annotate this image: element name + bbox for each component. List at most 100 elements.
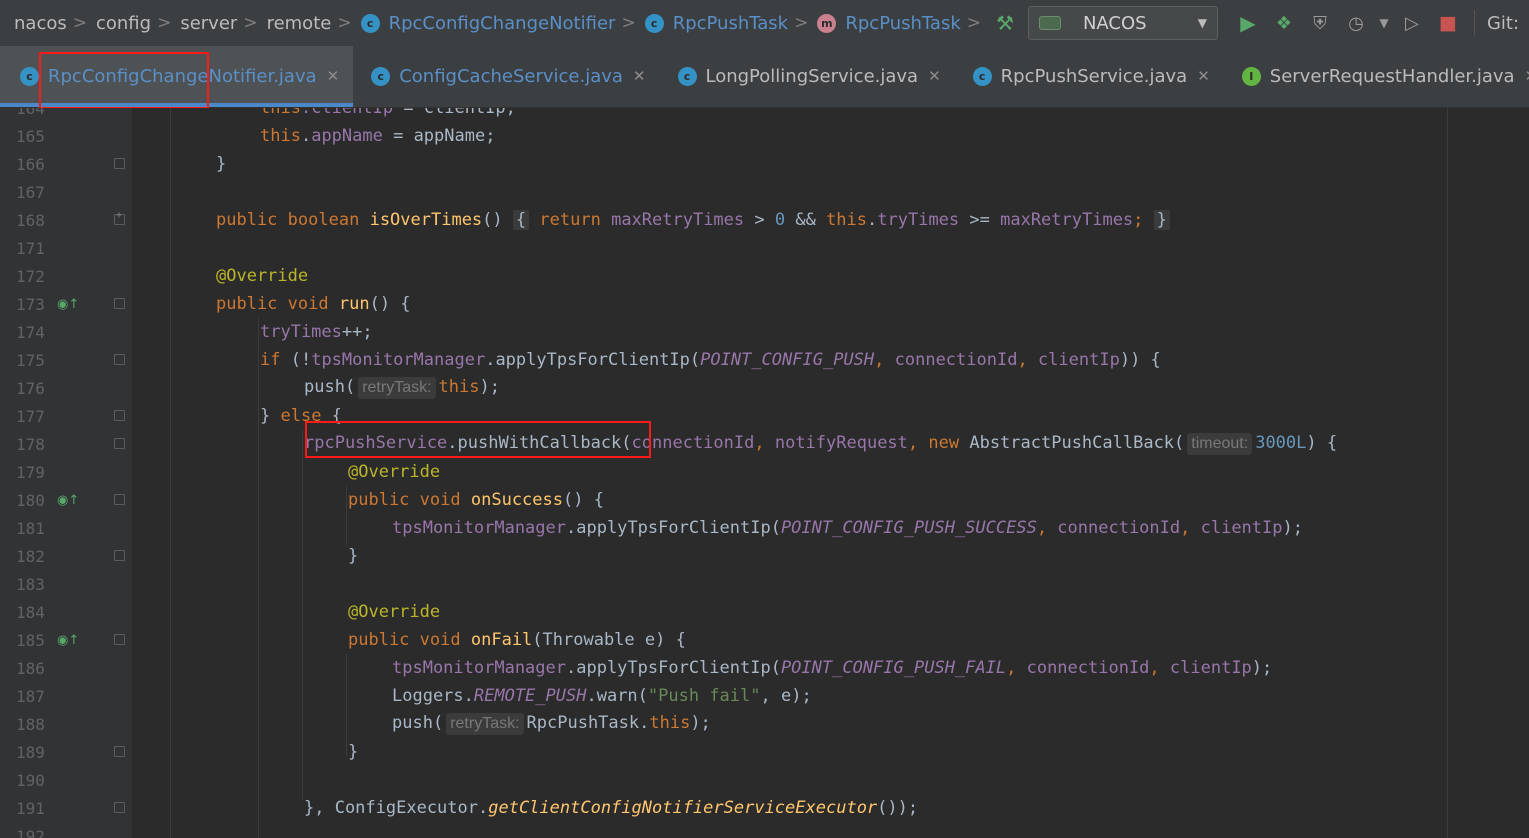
line-number[interactable]: 171 (16, 239, 52, 258)
keyword: return (539, 210, 601, 230)
git-label[interactable]: Git: (1487, 13, 1519, 34)
code-line-177: } else { (0, 402, 1529, 430)
chevron-right-icon: > (794, 13, 809, 33)
run-play-icon: ▶ (1240, 11, 1256, 35)
annotation: @Override (216, 266, 309, 286)
keyword: public (216, 294, 278, 314)
line-number[interactable]: 167 (16, 183, 52, 202)
code-text: .applyTpsForClientIp( (566, 658, 781, 678)
code-text: , (1006, 658, 1027, 678)
line-number[interactable]: 183 (16, 575, 52, 594)
close-icon[interactable]: ✕ (928, 67, 941, 85)
run-button[interactable]: ▶ (1230, 6, 1266, 40)
code-text: } (260, 406, 281, 426)
code-text: >= (959, 210, 1001, 230)
code-line-185: public void onFail(Throwable e) { (0, 626, 1529, 654)
breadcrumb-label: nacos (14, 12, 67, 34)
code-line-187: Loggers.REMOTE_PUSH.warn("Push fail", e)… (0, 682, 1529, 710)
breadcrumb-method-rpcpushtask[interactable]: m RpcPushTask > (817, 0, 990, 46)
keyword: this (438, 377, 480, 397)
keyword: void (287, 294, 329, 314)
code-text: )) { (1119, 350, 1161, 370)
breadcrumb-nacos[interactable]: nacos > (0, 0, 96, 46)
annotation: @Override (348, 602, 441, 622)
breadcrumb-class-rpcconfigchangenotifier[interactable]: c RpcConfigChangeNotifier > (360, 0, 645, 46)
chevron-down-icon: ▼ (1197, 16, 1207, 30)
tab-rpcpushservice[interactable]: c RpcPushService.java ✕ (955, 46, 1224, 107)
tab-label: RpcConfigChangeNotifier.java (48, 65, 317, 87)
code-text: > (744, 210, 775, 230)
code-line-165: this.appName = appName; (260, 126, 496, 146)
code-text: } (216, 154, 227, 174)
breadcrumb-server[interactable]: server > (180, 0, 266, 46)
code-text: , (1017, 350, 1038, 370)
code-line-166: } (0, 150, 1529, 178)
class-icon: c (360, 13, 380, 33)
more-run-options-button[interactable]: ▼ (1374, 6, 1394, 40)
tab-configcacheservice[interactable]: c ConfigCacheService.java ✕ (353, 46, 659, 107)
chevron-right-icon: > (621, 13, 636, 33)
code-line-186: tpsMonitorManager.applyTpsForClientIp(PO… (0, 654, 1529, 682)
field: rpcPushService (304, 433, 448, 453)
code-text: (! (280, 350, 312, 370)
stop-square-icon: ■ (1438, 12, 1457, 34)
folded-brace[interactable]: { (512, 210, 530, 230)
keyword: boolean (287, 210, 360, 230)
keyword: new (928, 433, 960, 453)
breadcrumb-remote[interactable]: remote > (267, 0, 361, 46)
field: tpsMonitorManager (392, 518, 566, 538)
coverage-button[interactable]: ⛨ (1302, 6, 1338, 40)
close-icon[interactable]: ✕ (633, 67, 646, 85)
keyword: else (280, 406, 322, 426)
breadcrumb-config[interactable]: config > (96, 0, 180, 46)
keyword: this (260, 108, 301, 118)
close-icon[interactable]: ✕ (327, 67, 340, 85)
tab-longpollingservice[interactable]: c LongPollingService.java ✕ (660, 46, 955, 107)
field: tpsMonitorManager (311, 350, 486, 370)
tab-serverrequesthandler[interactable]: I ServerRequestHandler.java ✕ (1224, 46, 1529, 107)
breadcrumb-class-rpcpushtask[interactable]: c RpcPushTask > (644, 0, 818, 46)
code-editor[interactable]: 164165166167168171172173◉↑17417517617717… (0, 108, 1529, 838)
keyword: this (649, 713, 691, 733)
code-text: { (321, 406, 342, 426)
debug-button[interactable]: ❖ (1266, 6, 1302, 40)
code-text: push( (304, 377, 356, 397)
editor-tab-bar: c RpcConfigChangeNotifier.java ✕ c Confi… (0, 46, 1529, 108)
field: tryTimes (877, 210, 960, 230)
folded-brace[interactable]: } (1153, 210, 1170, 230)
run-configuration-dropdown[interactable]: NACOS ▼ (1027, 6, 1218, 40)
close-icon[interactable]: ✕ (1525, 67, 1529, 85)
code-text: .applyTpsForClientIp( (566, 518, 781, 538)
parameter-hint: timeout: (1187, 433, 1253, 455)
code-text: = appName; (382, 126, 496, 146)
line-number[interactable]: 190 (16, 771, 52, 790)
chevron-right-icon: > (243, 13, 258, 33)
code-text: = clientIp; (393, 108, 516, 118)
build-hammer-icon[interactable]: ⚒ (996, 11, 1014, 35)
keyword: public (348, 630, 410, 650)
gutter-row: 190 (0, 766, 1529, 794)
attach-button[interactable]: ▷ (1394, 6, 1430, 40)
code-text: , (1036, 518, 1058, 538)
code-line-179: @Override (0, 458, 1529, 486)
code-line-173: public void run() { (0, 290, 1529, 318)
code-line-164: this.clientIp = clientIp; (0, 108, 1529, 122)
close-icon[interactable]: ✕ (1197, 67, 1210, 85)
tab-rpcconfigchangenotifier[interactable]: c RpcConfigChangeNotifier.java ✕ (0, 46, 354, 107)
code-line-191: }, ConfigExecutor.getClientConfigNotifie… (0, 794, 1529, 822)
code-text: ()); (877, 798, 919, 818)
line-number[interactable]: 192 (16, 827, 52, 838)
profile-button[interactable]: ◷ (1338, 6, 1374, 40)
debug-bug-icon: ❖ (1275, 12, 1293, 34)
stop-button[interactable]: ■ (1430, 6, 1466, 40)
code-line-188: push(retryTask: RpcPushTask.this); (0, 710, 1529, 738)
field: clientIp (1200, 518, 1283, 538)
field: connectionId (894, 350, 1018, 370)
string-literal: "Push fail" (647, 686, 761, 706)
code-text: ++; (341, 322, 373, 342)
breadcrumb-label: RpcPushTask (672, 12, 789, 34)
breadcrumb-label: config (95, 12, 152, 34)
breadcrumb-label: server (180, 12, 238, 34)
field: .clientIp (300, 108, 394, 118)
code-line-168: public boolean isOverTimes() { return ma… (0, 206, 1529, 234)
